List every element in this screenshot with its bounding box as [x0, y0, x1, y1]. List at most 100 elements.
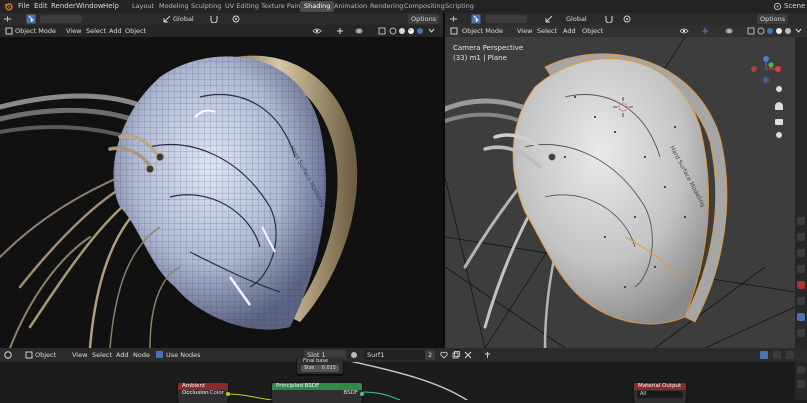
world-properties-tab[interactable] [797, 297, 805, 305]
unlink-material-icon[interactable] [464, 351, 472, 359]
tab-sculpting[interactable]: Sculpting [187, 1, 225, 12]
node-node-menu[interactable]: Node [133, 350, 150, 360]
overlay-icon[interactable] [725, 27, 733, 35]
node-add-menu[interactable]: Add [116, 350, 129, 360]
select-box-icon[interactable] [471, 14, 481, 24]
material-output-node-title[interactable]: Material Output [634, 383, 686, 390]
visibility-icon[interactable] [679, 27, 689, 35]
tab-animation[interactable]: Animation [330, 1, 371, 12]
visibility-icon[interactable] [312, 27, 322, 35]
shading-wire-icon[interactable] [757, 27, 765, 35]
xray-icon[interactable] [378, 27, 386, 35]
xray-icon[interactable] [747, 27, 755, 35]
value-node-size-label: Size [304, 365, 315, 371]
left-viewport-render[interactable]: Hard Surface Modeling [0, 37, 443, 348]
menu-edit[interactable]: Edit [34, 2, 48, 10]
material-output-node[interactable]: Material Output All [634, 383, 686, 403]
mode-dropdown[interactable]: Object Mode [462, 26, 503, 36]
object-mode-icon [5, 27, 13, 35]
object-menu[interactable]: Object [125, 26, 146, 36]
overlay-toggle[interactable] [786, 351, 794, 359]
object-info-label: (33) m1 | Plane [453, 54, 507, 62]
select-menu[interactable]: Select [537, 26, 557, 36]
menu-file[interactable]: File [18, 2, 30, 10]
orientation-dropdown[interactable]: Global [566, 14, 587, 24]
mode-toggle-buttons[interactable] [40, 15, 82, 23]
tab-layout[interactable]: Layout [128, 1, 158, 12]
menu-window[interactable]: Window [76, 2, 104, 10]
node-view-menu[interactable]: View [72, 350, 87, 360]
use-nodes-checkbox[interactable] [156, 351, 163, 358]
tool-properties-tab[interactable] [797, 217, 805, 225]
backdrop-toggle[interactable] [760, 351, 768, 359]
object-properties-tab[interactable] [797, 313, 805, 321]
node-sidebar-tab-2[interactable] [797, 380, 805, 388]
gizmo-toggle-icon[interactable] [336, 27, 344, 35]
editor-type-icon[interactable] [4, 351, 13, 359]
proportional-edit-icon[interactable] [232, 15, 240, 23]
transform-pivot-icon[interactable] [3, 15, 12, 23]
render-properties-tab[interactable] [797, 233, 805, 241]
tab-scripting[interactable]: Scripting [441, 1, 478, 12]
mode-dropdown[interactable]: Object Mode [15, 26, 56, 36]
shading-material-icon[interactable] [775, 27, 783, 35]
principled-bsdf-node-title[interactable]: Principled BSDF [272, 383, 362, 390]
shading-solid-icon[interactable] [398, 27, 406, 35]
blender-logo-icon[interactable] [4, 2, 13, 11]
snap-icon[interactable] [210, 15, 218, 23]
ambient-occlusion-node[interactable]: Ambient Occlusion Color [178, 383, 230, 403]
modifier-properties-tab[interactable] [797, 329, 805, 337]
object-mode-icon [450, 27, 458, 35]
shading-rendered-icon[interactable] [416, 27, 424, 35]
view-menu[interactable]: View [517, 26, 532, 36]
add-menu[interactable]: Add [109, 26, 122, 36]
value-node-field[interactable]: Size 0.015 [301, 365, 339, 372]
shading-material-icon[interactable] [407, 27, 415, 35]
select-box-icon[interactable] [26, 14, 36, 24]
menu-help[interactable]: Help [103, 2, 119, 10]
scene-name[interactable]: Scene [784, 2, 805, 10]
options-dropdown[interactable]: Options [757, 14, 789, 24]
node-canvas[interactable]: Final base Size 0.015 Ambient Occlusion … [0, 358, 807, 403]
shading-wire-icon[interactable] [389, 27, 397, 35]
mode-toggle-buttons[interactable] [485, 15, 527, 23]
material-output-target-dropdown[interactable]: All [637, 391, 683, 398]
node-editor-panel: Object View Select Add Node Use Nodes Sl… [0, 348, 807, 403]
shader-type-dropdown[interactable]: Object [35, 350, 56, 360]
output-properties-tab[interactable] [797, 249, 805, 257]
shading-options-icon[interactable] [795, 28, 802, 34]
material-name-field[interactable]: Surf1 [364, 350, 426, 360]
bsdf-output-socket[interactable] [360, 392, 364, 396]
right-viewport-render[interactable]: Hard Surface Modeling Camera Perspective… [445, 37, 795, 348]
duplicate-material-icon[interactable] [452, 351, 460, 359]
object-menu[interactable]: Object [582, 26, 603, 36]
overlay-icon[interactable] [355, 27, 363, 35]
scene-properties-tab[interactable] [797, 281, 805, 289]
value-node[interactable]: Final base Size 0.015 [297, 358, 343, 374]
add-menu[interactable]: Add [563, 26, 576, 36]
orientation-dropdown[interactable]: Global [173, 14, 194, 24]
material-users-count[interactable]: 2 [425, 350, 436, 360]
ao-color-socket[interactable] [226, 392, 230, 396]
menu-render[interactable]: Render [51, 2, 76, 10]
ambient-occlusion-node-title[interactable]: Ambient Occlusion [178, 383, 228, 396]
snap-toggle[interactable] [773, 351, 781, 359]
material-browse-icon[interactable] [350, 351, 359, 359]
pin-icon[interactable] [484, 351, 491, 359]
shading-options-icon[interactable] [428, 28, 435, 34]
transform-pivot-icon[interactable] [449, 15, 458, 23]
fake-user-icon[interactable] [440, 351, 448, 359]
select-menu[interactable]: Select [86, 26, 106, 36]
node-select-menu[interactable]: Select [92, 350, 112, 360]
shading-solid-icon[interactable] [766, 27, 774, 35]
proportional-edit-icon[interactable] [623, 15, 631, 23]
view-menu[interactable]: View [66, 26, 81, 36]
scene-icon[interactable] [773, 2, 782, 11]
shading-rendered-icon[interactable] [784, 27, 792, 35]
view-layer-tab[interactable] [797, 265, 805, 273]
principled-bsdf-node[interactable]: Principled BSDF BSDF [272, 383, 364, 403]
snap-icon[interactable] [605, 15, 613, 23]
gizmo-toggle-icon[interactable] [701, 27, 709, 35]
options-dropdown[interactable]: Options [408, 14, 440, 24]
node-sidebar-tab[interactable] [797, 366, 805, 374]
